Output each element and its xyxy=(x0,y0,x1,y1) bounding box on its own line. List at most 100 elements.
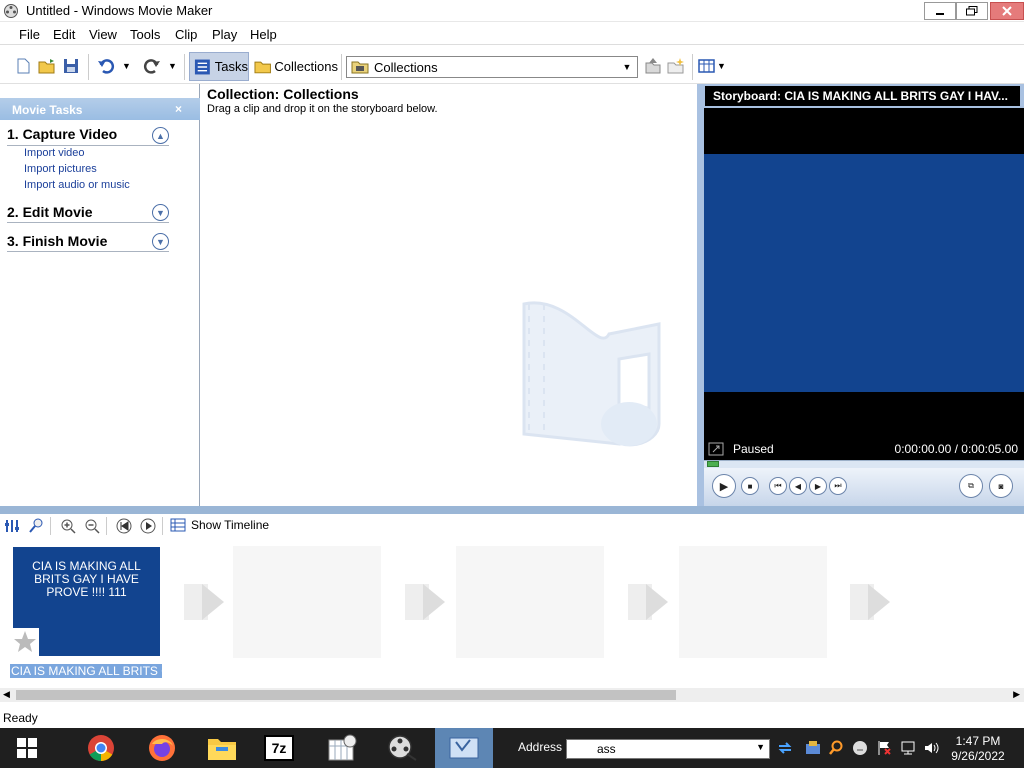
toolbar-separator xyxy=(184,54,185,80)
full-screen-icon[interactable] xyxy=(708,441,724,457)
taskbar-file-explorer[interactable] xyxy=(193,728,251,768)
seek-bar[interactable] xyxy=(704,460,1024,468)
taskbar-firefox[interactable] xyxy=(133,728,191,768)
menu-edit[interactable]: Edit xyxy=(53,27,75,42)
collection-pane[interactable]: Collection: Collections Drag a clip and … xyxy=(201,84,697,506)
split-clip-icon[interactable]: ⧉ xyxy=(959,474,983,498)
show-timeline-button[interactable]: Show Timeline xyxy=(170,517,269,533)
flag-notification-icon[interactable] xyxy=(876,740,892,756)
minimize-icon xyxy=(936,13,944,15)
collection-subtitle: Drag a clip and drop it on the storyboar… xyxy=(207,103,438,115)
network-icon[interactable] xyxy=(900,740,916,756)
zoom-in-icon[interactable] xyxy=(60,518,76,534)
storyboard-empty-slot[interactable] xyxy=(233,546,381,658)
volume-icon[interactable] xyxy=(923,740,939,756)
redo-dropdown-chevron-down-icon[interactable]: ▼ xyxy=(168,61,177,71)
transition-arrow-icon[interactable] xyxy=(184,580,226,624)
section-finish-movie[interactable]: 3. Finish Movie xyxy=(7,233,107,249)
stop-icon[interactable]: ■ xyxy=(741,477,759,495)
taskbar-movie-maker[interactable] xyxy=(373,728,431,768)
taskbar-chrome[interactable] xyxy=(72,728,130,768)
clip-label[interactable]: CIA IS MAKING ALL BRITS G... xyxy=(10,664,162,678)
views-dropdown-chevron-down-icon[interactable]: ▼ xyxy=(717,61,726,71)
import-pictures-link[interactable]: Import pictures xyxy=(24,163,97,175)
taskbar-calendar-app[interactable] xyxy=(314,728,372,768)
chrome-icon xyxy=(88,735,114,762)
menu-view[interactable]: View xyxy=(89,27,117,42)
toolbar-separator xyxy=(50,517,51,535)
transition-arrow-icon[interactable] xyxy=(405,580,447,624)
menu-tools[interactable]: Tools xyxy=(130,27,160,42)
seek-thumb[interactable] xyxy=(707,461,719,467)
storyboard-empty-slot[interactable] xyxy=(679,546,827,658)
address-input[interactable]: ass ▼ xyxy=(566,739,770,759)
scrollbar-thumb[interactable] xyxy=(16,690,676,700)
start-button[interactable] xyxy=(0,728,54,768)
address-dropdown-chevron-down-icon[interactable]: ▼ xyxy=(756,742,765,752)
new-project-icon[interactable] xyxy=(13,56,33,76)
views-icon[interactable] xyxy=(697,56,717,76)
preview-title: Storyboard: CIA IS MAKING ALL BRITS GAY … xyxy=(705,86,1020,106)
movie-tasks-close-icon[interactable]: × xyxy=(175,102,182,116)
minimize-button[interactable] xyxy=(924,2,956,20)
menu-clip[interactable]: Clip xyxy=(175,27,197,42)
zoom-out-icon[interactable] xyxy=(84,518,100,534)
system-clock[interactable]: 1:47 PM 9/26/2022 xyxy=(940,734,1016,764)
section-capture-video[interactable]: 1. Capture Video xyxy=(7,126,117,142)
play-storyboard-icon[interactable] xyxy=(140,518,156,534)
play-icon[interactable]: ▶ xyxy=(712,474,736,498)
new-collection-folder-icon[interactable] xyxy=(666,56,686,76)
video-screen[interactable] xyxy=(704,108,1024,438)
storyboard[interactable]: CIA IS MAKING ALL BRITS GAY I HAVE PROVE… xyxy=(0,538,1024,688)
take-picture-camera-icon[interactable]: ◙ xyxy=(989,474,1013,498)
pane-splitter[interactable] xyxy=(0,506,1024,514)
collections-button[interactable]: Collections xyxy=(252,52,338,81)
taskbar-movie-maker-active[interactable] xyxy=(435,728,493,768)
search-icon[interactable] xyxy=(828,740,844,756)
tasks-button[interactable]: Tasks xyxy=(189,52,249,81)
set-audio-levels-icon[interactable] xyxy=(4,518,20,534)
next-frame-icon[interactable]: ⏭ xyxy=(829,477,847,495)
redo-icon[interactable] xyxy=(142,56,162,76)
import-video-link[interactable]: Import video xyxy=(24,147,85,159)
tray-app-icon[interactable] xyxy=(805,740,821,756)
windows-logo-icon xyxy=(17,738,37,758)
scroll-right-icon[interactable]: ▶ xyxy=(1013,689,1020,700)
storyboard-horizontal-scrollbar[interactable]: ◀ ▶ xyxy=(0,688,1024,702)
video-effects-star-icon[interactable] xyxy=(11,628,39,656)
toolbar: ▼ ▼ Tasks Collections Collections ▼ ▼ xyxy=(0,49,1024,84)
taskbar-7zip[interactable]: 7z xyxy=(250,728,308,768)
collections-dropdown[interactable]: Collections ▼ xyxy=(346,56,638,78)
chevron-down-icon[interactable]: ▼ xyxy=(152,204,169,221)
transition-arrow-icon[interactable] xyxy=(850,580,892,624)
restore-button[interactable] xyxy=(956,2,988,20)
movie-maker-app-icon[interactable] xyxy=(3,3,19,19)
undo-icon[interactable] xyxy=(96,56,116,76)
menu-file[interactable]: File xyxy=(19,27,40,42)
narrate-microphone-icon[interactable] xyxy=(28,518,44,534)
dropdown-chevron-down-icon[interactable]: ▼ xyxy=(619,59,635,75)
go-arrows-icon[interactable] xyxy=(777,740,793,756)
chevron-up-icon[interactable]: ▲ xyxy=(152,127,169,144)
rewind-icon[interactable]: ◀ xyxy=(789,477,807,495)
up-level-icon[interactable] xyxy=(643,56,663,76)
section-edit-movie[interactable]: 2. Edit Movie xyxy=(7,204,93,220)
menu-play[interactable]: Play xyxy=(212,27,237,42)
menu-help[interactable]: Help xyxy=(250,27,277,42)
rewind-storyboard-icon[interactable] xyxy=(116,518,132,534)
scroll-left-icon[interactable]: ◀ xyxy=(3,689,10,700)
emoji-face-icon[interactable] xyxy=(852,740,868,756)
chevron-down-icon[interactable]: ▼ xyxy=(152,233,169,250)
storyboard-empty-slot[interactable] xyxy=(456,546,604,658)
close-button[interactable] xyxy=(990,2,1024,20)
import-audio-link[interactable]: Import audio or music xyxy=(24,179,130,191)
transition-arrow-icon[interactable] xyxy=(628,580,670,624)
previous-frame-icon[interactable]: ⏮ xyxy=(769,477,787,495)
save-project-icon[interactable] xyxy=(61,56,81,76)
open-project-icon[interactable] xyxy=(37,56,57,76)
undo-dropdown-chevron-down-icon[interactable]: ▼ xyxy=(122,61,131,71)
toolbar-separator xyxy=(692,54,693,80)
forward-icon[interactable]: ▶ xyxy=(809,477,827,495)
7zip-icon: 7z xyxy=(264,735,294,761)
collections-dropdown-value: Collections xyxy=(374,59,438,75)
